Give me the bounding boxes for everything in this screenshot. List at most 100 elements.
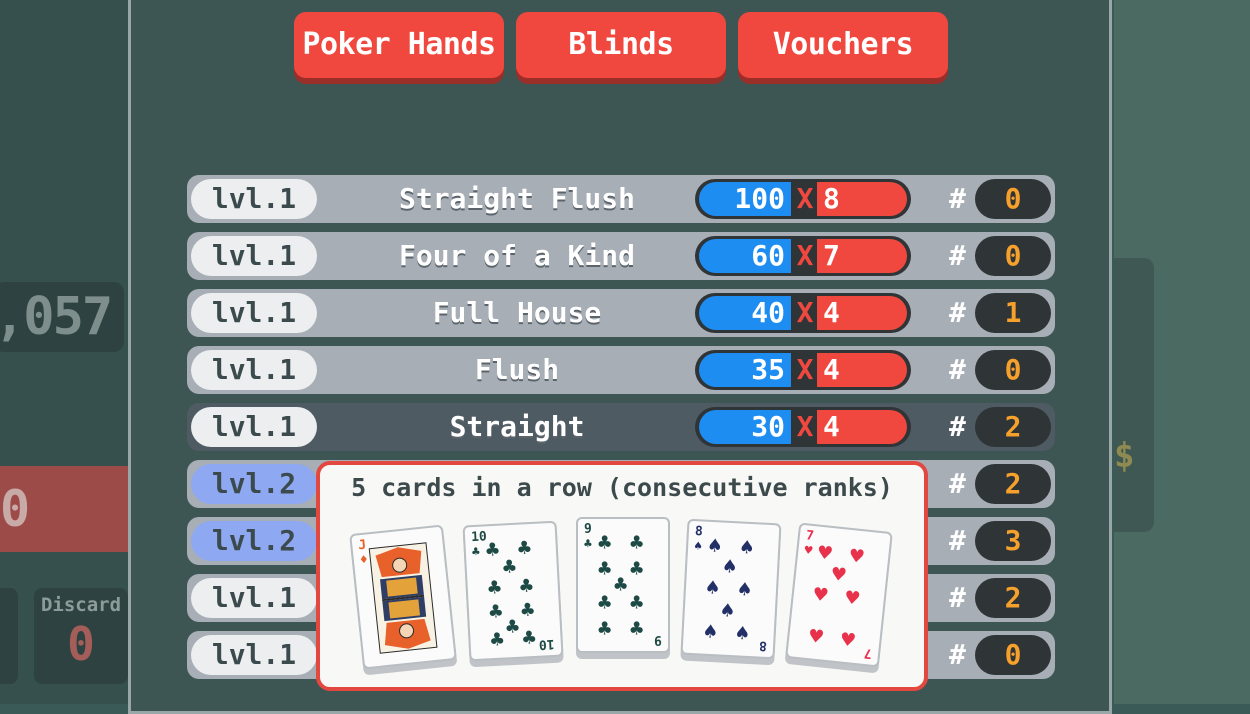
hand-score: 100 X 8 xyxy=(695,179,911,219)
club-icon: ♣ xyxy=(598,531,612,556)
club-icon: ♣ xyxy=(485,537,500,564)
card-rank: 8 xyxy=(694,524,704,540)
hash-icon: # xyxy=(949,467,966,500)
multiply-symbol: X xyxy=(796,239,814,272)
club-icon: ♣ xyxy=(471,544,481,561)
hand-row-full-house[interactable]: lvl.1 Full House 40 X 4 # 1 xyxy=(187,289,1055,337)
hand-chips: 100 xyxy=(699,182,791,216)
hand-play-count: 0 xyxy=(975,236,1051,276)
card-rank: 9 xyxy=(584,522,592,537)
hand-score: 40 X 4 xyxy=(695,293,911,333)
hand-play-count: 2 xyxy=(975,407,1051,447)
spade-icon: ♠ xyxy=(722,554,738,581)
hand-row-straight[interactable]: lvl.1 Straight 30 X 4 # 2 xyxy=(187,403,1055,451)
right-info-panel xyxy=(1114,258,1154,532)
club-icon: ♣ xyxy=(630,531,644,556)
heart-icon: ♥ xyxy=(844,585,861,613)
hand-mult: 4 xyxy=(817,410,907,444)
club-icon: ♣ xyxy=(521,625,537,652)
hash-icon: # xyxy=(949,524,966,557)
card-rank-bottom: 9 xyxy=(654,632,662,647)
red-info-box: 0 xyxy=(0,466,128,552)
club-icon: ♣ xyxy=(614,573,628,598)
hand-chips: 60 xyxy=(699,239,791,273)
card-rank-bottom: 7 xyxy=(863,645,873,661)
hand-score: 60 X 7 xyxy=(695,236,911,276)
heart-icon: ♥ xyxy=(848,544,865,571)
hash-icon: # xyxy=(949,296,966,329)
hand-chips: 30 xyxy=(699,410,791,444)
hand-play-count: 0 xyxy=(975,350,1051,390)
card-ten-of-clubs: 10 ♣ ♣ ♣ ♣ ♣ ♣ ♣ ♣ ♣ ♣ ♣ 10 xyxy=(462,520,564,662)
hand-mult: 8 xyxy=(817,182,907,216)
tab-vouchers[interactable]: Vouchers xyxy=(738,12,948,78)
hand-name: Straight Flush xyxy=(398,182,635,215)
club-icon: ♣ xyxy=(488,599,503,626)
heart-icon: ♥ xyxy=(803,543,814,559)
card-seven-of-hearts: 7 ♥ ♥ ♥ ♥ ♥ ♥ ♥ ♥ 7 xyxy=(785,522,893,668)
hand-mult: 7 xyxy=(817,239,907,273)
club-icon: ♣ xyxy=(630,557,644,582)
club-icon: ♣ xyxy=(520,597,535,624)
hand-play-count: 2 xyxy=(975,464,1051,504)
club-icon: ♣ xyxy=(598,591,612,616)
hand-play-count: 0 xyxy=(975,635,1051,675)
diamond-icon: ♦ xyxy=(359,552,369,569)
club-icon: ♣ xyxy=(598,617,612,642)
card-rank: 7 xyxy=(805,528,815,545)
hand-row-four-of-a-kind[interactable]: lvl.1 Four of a Kind 60 X 7 # 0 xyxy=(187,232,1055,280)
hand-score: 30 X 4 xyxy=(695,407,911,447)
multiply-symbol: X xyxy=(796,296,814,329)
club-icon: ♣ xyxy=(519,573,534,600)
multiply-symbol: X xyxy=(796,353,814,386)
club-icon: ♣ xyxy=(598,557,612,582)
hash-icon: # xyxy=(949,410,966,443)
hand-level: lvl.1 xyxy=(191,236,317,276)
hash-icon: # xyxy=(949,581,966,614)
hand-score: 35 X 4 xyxy=(695,350,911,390)
jack-portrait-icon xyxy=(368,542,438,654)
tab-blinds[interactable]: Blinds xyxy=(516,12,726,78)
background-right-panel: $ xyxy=(1114,0,1250,704)
spade-icon: ♠ xyxy=(739,535,755,562)
hand-play-count: 2 xyxy=(975,578,1051,618)
hand-level: lvl.1 xyxy=(191,407,317,447)
heart-icon: ♥ xyxy=(840,627,856,654)
hand-name: Four of a Kind xyxy=(398,239,635,272)
spade-icon: ♠ xyxy=(705,575,720,602)
hand-tooltip: 5 cards in a row (consecutive ranks) J ♦… xyxy=(316,461,928,691)
hand-level: lvl.1 xyxy=(191,293,317,333)
discard-label: Discard xyxy=(40,594,122,616)
hand-level: lvl.1 xyxy=(191,635,317,675)
hash-icon: # xyxy=(949,239,966,272)
hash-icon: # xyxy=(949,182,966,215)
hand-play-count: 1 xyxy=(975,293,1051,333)
hand-name: Flush xyxy=(474,353,560,386)
tab-poker-hands[interactable]: Poker Hands xyxy=(294,12,504,78)
club-icon: ♣ xyxy=(487,575,502,602)
hand-level: lvl.1 xyxy=(191,350,317,390)
multiply-symbol: X xyxy=(796,410,814,443)
discard-box: Discard 0 xyxy=(34,588,128,684)
spade-icon: ♠ xyxy=(693,539,703,555)
club-icon: ♣ xyxy=(517,536,532,562)
hand-row-straight-flush[interactable]: lvl.1 Straight Flush 100 X 8 # 0 xyxy=(187,175,1055,223)
spade-icon: ♠ xyxy=(720,598,735,625)
hand-description: 5 cards in a row (consecutive ranks) xyxy=(351,473,893,502)
hand-name: Straight xyxy=(449,410,585,443)
hand-mult: 4 xyxy=(817,296,907,330)
discard-value: 0 xyxy=(67,617,95,671)
round-score-fragment: ,057 xyxy=(0,282,124,352)
hand-name: Full House xyxy=(432,296,602,329)
heart-icon: ♥ xyxy=(830,562,847,589)
heart-icon: ♥ xyxy=(808,624,824,651)
heart-icon: ♥ xyxy=(816,540,833,567)
hand-level: lvl.1 xyxy=(191,578,317,618)
hand-level: lvl.2 xyxy=(191,521,317,561)
background-left-panel: ,057 0 Discard 0 xyxy=(0,0,128,704)
hand-row-flush[interactable]: lvl.1 Flush 35 X 4 # 0 xyxy=(187,346,1055,394)
card-rank-bottom: 8 xyxy=(758,637,768,653)
card-jack-of-diamonds: J ♦ xyxy=(349,524,457,670)
hand-chips: 35 xyxy=(699,353,791,387)
hand-chips: 40 xyxy=(699,296,791,330)
